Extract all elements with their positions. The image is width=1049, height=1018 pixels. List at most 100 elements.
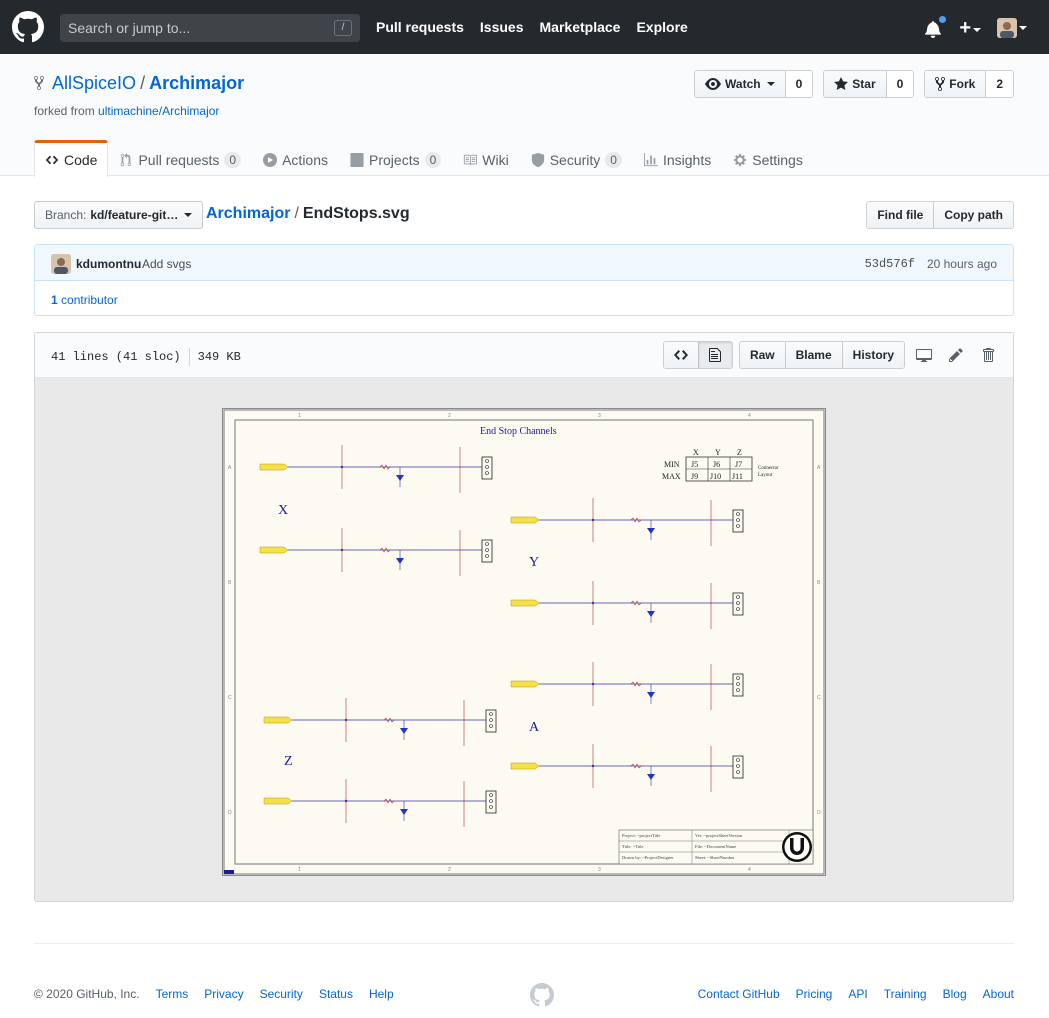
github-logo-icon[interactable] bbox=[12, 11, 44, 43]
border-col-label: 1 bbox=[298, 867, 301, 873]
pencil-icon bbox=[949, 348, 963, 362]
table-cell: J11 bbox=[732, 472, 743, 481]
gear-icon bbox=[734, 153, 747, 166]
forked-from-link[interactable]: ultimachine/Archimajor bbox=[98, 104, 219, 118]
view-toggle bbox=[662, 341, 733, 369]
table-col-header: Z bbox=[737, 448, 742, 457]
tab-security[interactable]: Security 0 bbox=[520, 140, 633, 176]
chevron-down-icon bbox=[184, 213, 193, 217]
repo-name-link[interactable]: Archimajor bbox=[149, 73, 244, 93]
star-group: Star 0 bbox=[823, 70, 915, 98]
repo-owner-link[interactable]: AllSpiceIO bbox=[52, 73, 136, 93]
file-info: 41 lines (41 sloc) 349 KB bbox=[51, 348, 241, 366]
notifications-bell-icon[interactable] bbox=[925, 15, 948, 39]
history-button[interactable]: History bbox=[841, 342, 904, 368]
table-cell: J9 bbox=[691, 472, 698, 481]
slash-key-hint: / bbox=[334, 20, 352, 36]
tab-projects[interactable]: Projects 0 bbox=[339, 140, 452, 176]
star-label: Star bbox=[852, 77, 876, 91]
tab-settings[interactable]: Settings bbox=[722, 140, 814, 176]
star-button[interactable]: Star bbox=[824, 71, 887, 97]
fork-group: Fork 2 bbox=[924, 70, 1014, 98]
watch-button[interactable]: Watch bbox=[695, 71, 786, 97]
footer-link-terms[interactable]: Terms bbox=[156, 987, 189, 1001]
schematic-title: End Stop Channels bbox=[480, 426, 557, 437]
tab-code[interactable]: Code bbox=[34, 140, 109, 177]
rich-view-button[interactable] bbox=[697, 342, 732, 368]
footer-link-contact[interactable]: Contact GitHub bbox=[698, 987, 780, 1001]
nav-issues[interactable]: Issues bbox=[480, 19, 524, 35]
fork-count[interactable]: 2 bbox=[986, 71, 1013, 97]
fork-button[interactable]: Fork bbox=[925, 71, 987, 97]
title-block-file: File: ~DocumentName bbox=[695, 844, 736, 849]
commit-author-link[interactable]: kdumontnu bbox=[76, 257, 141, 271]
avatar[interactable] bbox=[51, 254, 71, 274]
branch-select-button[interactable]: Branch: kd/feature-git… bbox=[34, 201, 204, 229]
footer-link-api[interactable]: API bbox=[848, 987, 867, 1001]
graph-icon bbox=[643, 152, 658, 166]
tab-pull-requests[interactable]: Pull requests 0 bbox=[108, 140, 252, 176]
breadcrumb-separator: / bbox=[294, 205, 299, 222]
code-icon bbox=[45, 155, 59, 165]
footer-link-status[interactable]: Status bbox=[319, 987, 353, 1001]
junction bbox=[591, 601, 595, 605]
tab-actions[interactable]: Actions bbox=[252, 140, 339, 176]
footer-link-security[interactable]: Security bbox=[260, 987, 303, 1001]
title-block-sheet: Sheet: ~SheetNumber bbox=[695, 855, 735, 860]
border-col-label: 3 bbox=[598, 867, 601, 873]
pull-request-icon bbox=[121, 152, 132, 166]
commit-message-link[interactable]: Add svgs bbox=[142, 257, 191, 271]
border-row-label: C bbox=[817, 695, 821, 701]
commit-sha-link[interactable]: 53d576f bbox=[865, 257, 915, 271]
search-input[interactable] bbox=[60, 14, 360, 42]
table-cell: J6 bbox=[713, 460, 720, 469]
tab-label: Code bbox=[64, 152, 98, 168]
junction bbox=[344, 718, 348, 722]
border-col-label: 3 bbox=[598, 413, 601, 419]
table-row-label: MIN bbox=[664, 460, 680, 469]
desktop-button[interactable] bbox=[911, 341, 937, 369]
source-view-button[interactable] bbox=[663, 342, 698, 368]
book-icon bbox=[464, 154, 478, 165]
delete-button[interactable] bbox=[975, 341, 1001, 369]
top-nav: Pull requests Issues Marketplace Explore bbox=[376, 19, 688, 35]
table-cell: J5 bbox=[691, 460, 698, 469]
axis-label-a: A bbox=[529, 720, 540, 735]
nav-pull-requests[interactable]: Pull requests bbox=[376, 19, 464, 35]
blame-button[interactable]: Blame bbox=[784, 342, 842, 368]
tab-insights[interactable]: Insights bbox=[633, 140, 722, 176]
raw-button[interactable]: Raw bbox=[739, 342, 785, 368]
star-count[interactable]: 0 bbox=[886, 71, 914, 97]
create-new-button[interactable]: + bbox=[959, 18, 981, 38]
edit-button[interactable] bbox=[943, 341, 969, 369]
copy-path-button[interactable]: Copy path bbox=[933, 202, 1013, 228]
breadcrumb: Archimajor / EndStops.svg bbox=[206, 205, 410, 223]
contributors-link[interactable]: 1 contributor bbox=[51, 293, 118, 307]
footer-link-about[interactable]: About bbox=[983, 987, 1014, 1001]
footer-link-training[interactable]: Training bbox=[884, 987, 927, 1001]
nav-marketplace[interactable]: Marketplace bbox=[540, 19, 621, 35]
header-actions: + bbox=[925, 14, 1027, 42]
title-block-title: Title: ~Title bbox=[622, 844, 644, 849]
table-caption: Connector bbox=[758, 466, 779, 471]
github-mark-icon[interactable] bbox=[530, 983, 554, 1007]
junction bbox=[340, 465, 344, 469]
net-label bbox=[510, 599, 540, 607]
user-menu-button[interactable] bbox=[997, 18, 1027, 38]
breadcrumb-root-link[interactable]: Archimajor bbox=[206, 205, 290, 222]
footer-link-privacy[interactable]: Privacy bbox=[204, 987, 243, 1001]
table-caption: Layout bbox=[758, 473, 773, 478]
net-label bbox=[510, 680, 540, 688]
footer-link-blog[interactable]: Blog bbox=[943, 987, 967, 1001]
watch-count[interactable]: 0 bbox=[785, 71, 813, 97]
nav-explore[interactable]: Explore bbox=[636, 19, 687, 35]
tab-wiki[interactable]: Wiki bbox=[452, 140, 519, 176]
axis-label-y: Y bbox=[529, 555, 539, 570]
find-file-button[interactable]: Find file bbox=[867, 202, 934, 228]
footer-link-help[interactable]: Help bbox=[369, 987, 394, 1001]
junction bbox=[340, 548, 344, 552]
tab-counter: 0 bbox=[605, 151, 622, 168]
footer-link-pricing[interactable]: Pricing bbox=[796, 987, 833, 1001]
chevron-down-icon bbox=[1019, 26, 1027, 30]
file-box: 41 lines (41 sloc) 349 KB Raw Blame Histo… bbox=[34, 332, 1014, 902]
